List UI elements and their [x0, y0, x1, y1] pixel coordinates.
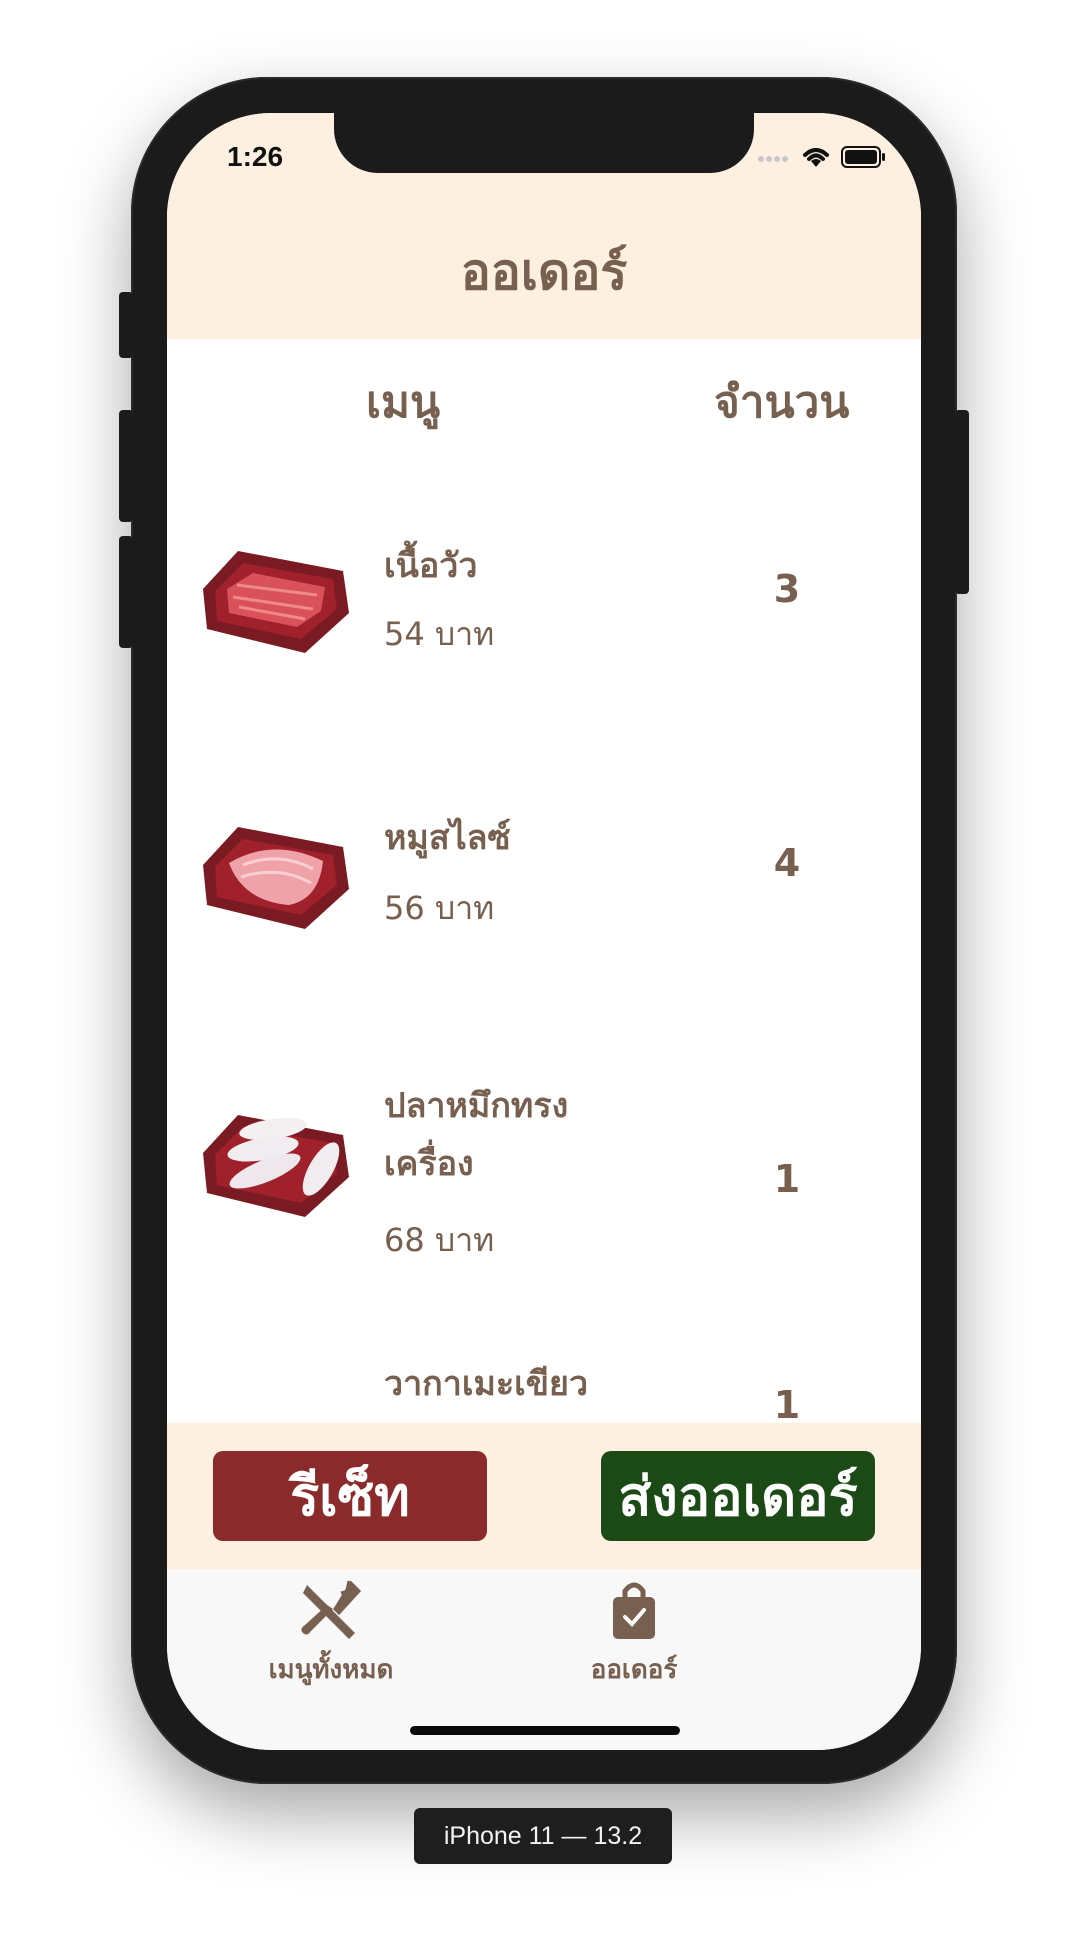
column-header-menu: เมนู: [366, 377, 441, 428]
power-button: [955, 410, 969, 594]
battery-icon: [841, 146, 885, 168]
action-bar: รีเซ็ท ส่งออเดอร์: [167, 1423, 921, 1569]
column-header-quantity: จำนวน: [714, 377, 850, 428]
volume-up-button: [119, 410, 133, 522]
squid-plate-icon: [203, 1115, 349, 1217]
item-quantity: 3: [773, 567, 801, 611]
order-list[interactable]: เมนู จำนวน เนื้อวัว 54 บาท 3 หมูสไลซ์ 56…: [167, 339, 921, 1537]
item-name: เนื้อวัว: [384, 546, 478, 586]
status-icons: [757, 145, 887, 169]
simulator-label: iPhone 11 — 13.2: [414, 1808, 672, 1864]
page-title: ออเดอร์: [460, 243, 628, 301]
item-quantity: 4: [773, 841, 801, 885]
item-price: 68 บาท: [384, 1221, 495, 1259]
tab-label: เมนูทั้งหมด: [268, 1655, 394, 1685]
item-name: หมูสไลซ์: [384, 818, 511, 858]
item-quantity: 1: [773, 1157, 801, 1201]
send-order-button[interactable]: ส่งออเดอร์: [601, 1451, 875, 1541]
reset-button[interactable]: รีเซ็ท: [213, 1451, 487, 1541]
tab-all-menu[interactable]: เมนูทั้งหมด: [231, 1579, 431, 1690]
list-item[interactable]: หมูสไลซ์ 56 บาท 4: [167, 773, 921, 1047]
tab-order[interactable]: ออเดอร์: [534, 1579, 734, 1690]
notch: [334, 113, 754, 173]
volume-down-button: [119, 536, 133, 648]
mute-switch: [119, 292, 133, 358]
beef-plate-icon: [203, 551, 349, 653]
shopping-bag-icon: [613, 1582, 655, 1639]
list-item[interactable]: ปลาหมึกทรงเครื่อง 68 บาท 1: [167, 1047, 921, 1321]
list-item[interactable]: เนื้อวัว 54 บาท 3: [167, 499, 921, 773]
utensils-icon: [301, 1580, 362, 1639]
home-indicator[interactable]: [410, 1726, 680, 1735]
tab-bar: เมนูทั้งหมด ออเดอร์: [167, 1569, 921, 1750]
tab-label: ออเดอร์: [590, 1655, 678, 1685]
phone-screen: ออเดอร์ 1:26 เมนู จำนวน เนื้อวัว 54 บาท …: [167, 113, 921, 1750]
pork-plate-icon: [203, 827, 349, 929]
item-name: วากาเมะเขียว: [384, 1364, 589, 1404]
item-name: ปลาหมึกทรงเครื่อง: [384, 1086, 569, 1184]
item-price: 56 บาท: [384, 889, 495, 927]
status-time: 1:26: [227, 141, 284, 172]
cellular-signal-icon: [758, 156, 788, 162]
item-quantity: 1: [773, 1383, 801, 1427]
item-price: 54 บาท: [384, 615, 495, 653]
wifi-icon: [803, 148, 829, 167]
